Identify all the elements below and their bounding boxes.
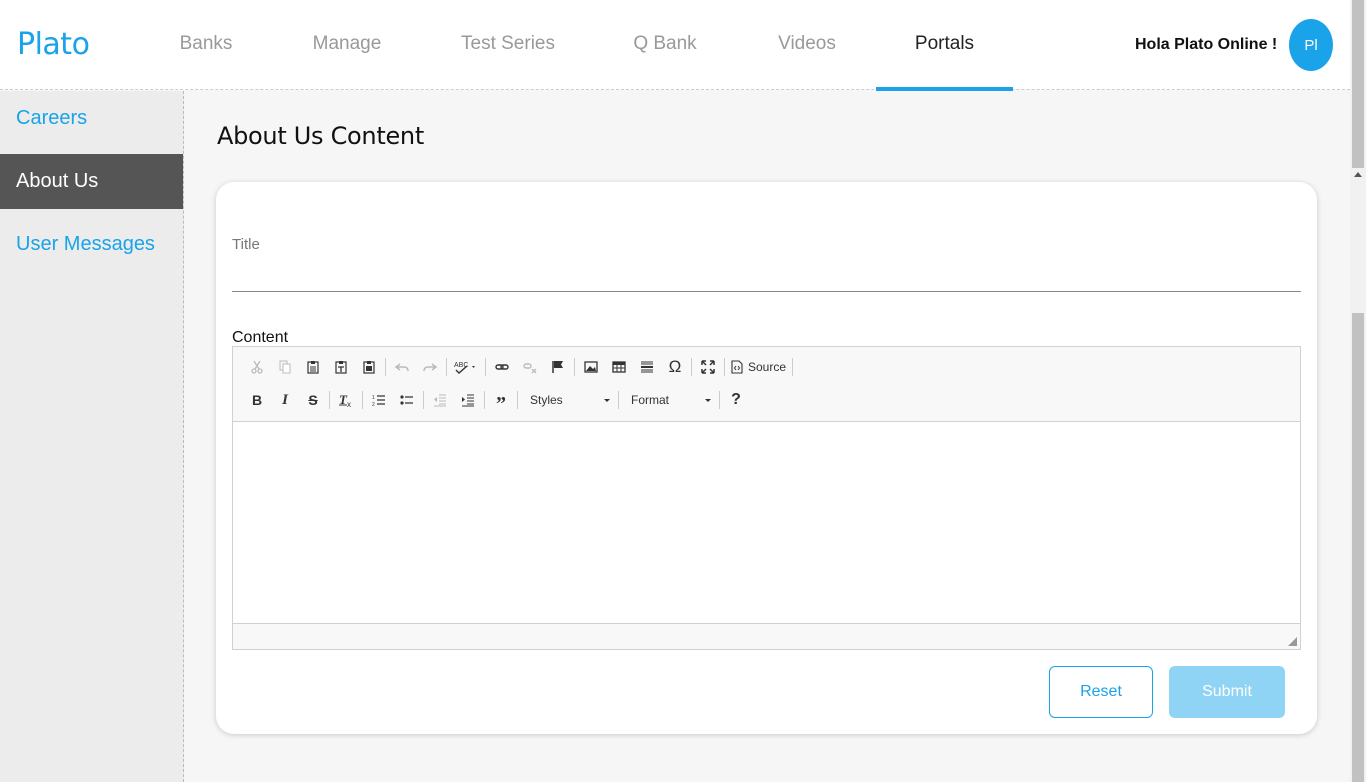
scrollbar-thumb[interactable] <box>1352 313 1364 782</box>
tab-test-series[interactable]: Test Series <box>455 0 561 90</box>
top-header: Plato Banks Manage Test Series Q Bank Vi… <box>0 0 1350 91</box>
unlink-icon[interactable] <box>516 354 544 380</box>
toolbar-separator <box>329 391 330 409</box>
paste-icon[interactable] <box>299 354 327 380</box>
strikethrough-icon[interactable]: S <box>299 387 327 413</box>
blockquote-icon[interactable]: ” <box>487 387 515 415</box>
reset-button[interactable]: Reset <box>1049 666 1153 718</box>
table-icon[interactable] <box>605 354 633 380</box>
bulleted-list-icon[interactable] <box>393 387 421 413</box>
toolbar-separator <box>385 358 386 376</box>
toolbar-separator <box>618 391 619 409</box>
styles-dropdown-label: Styles <box>530 393 563 407</box>
tab-portals[interactable]: Portals <box>876 0 1013 91</box>
title-field-label: Title <box>232 236 260 253</box>
tab-banks[interactable]: Banks <box>172 0 240 90</box>
svg-text:1: 1 <box>372 395 375 401</box>
svg-text:x: x <box>347 400 351 407</box>
image-icon[interactable] <box>577 354 605 380</box>
anchor-flag-icon[interactable] <box>544 354 572 380</box>
special-character-icon[interactable]: Ω <box>661 354 689 380</box>
toolbar-separator <box>574 358 575 376</box>
content-form-card: Title Content ABC Ω Source B I S T x 1 2… <box>216 182 1317 734</box>
bold-icon[interactable]: B <box>243 387 271 413</box>
svg-text:ABC: ABC <box>454 362 468 369</box>
spellcheck-icon[interactable]: ABC <box>449 354 483 380</box>
decrease-indent-icon[interactable] <box>426 387 454 413</box>
increase-indent-icon[interactable] <box>454 387 482 413</box>
format-dropdown-label: Format <box>631 393 670 407</box>
editor-toolbar: ABC Ω Source B I S T x 1 2 ” Styles Form… <box>233 347 1300 422</box>
undo-icon[interactable] <box>388 354 416 380</box>
page-title: About Us Content <box>217 122 424 150</box>
user-greeting: Hola Plato Online ! <box>1135 36 1278 53</box>
title-input[interactable] <box>232 258 1301 292</box>
toolbar-separator <box>485 358 486 376</box>
scrollbar-track-upper <box>1352 0 1364 168</box>
styles-dropdown[interactable]: Styles <box>520 388 616 412</box>
source-icon <box>731 360 743 374</box>
toolbar-row-2: B I S Tx 12 ” Styles Format ? <box>243 386 750 415</box>
toolbar-separator <box>484 391 485 409</box>
toolbar-separator <box>691 358 692 376</box>
toolbar-separator <box>724 358 725 376</box>
scroll-up-arrow-icon[interactable] <box>1354 172 1362 177</box>
sidebar-item-user-messages[interactable]: User Messages <box>0 217 183 272</box>
remove-format-icon[interactable]: Tx <box>332 387 360 413</box>
svg-text:2: 2 <box>372 402 375 407</box>
cut-icon[interactable] <box>243 354 271 380</box>
help-icon[interactable]: ? <box>722 387 750 413</box>
chevron-down-icon <box>705 398 711 402</box>
content-field-label: Content <box>232 329 289 346</box>
format-dropdown[interactable]: Format <box>621 388 717 412</box>
paste-text-icon[interactable] <box>327 354 355 380</box>
numbered-list-icon[interactable]: 12 <box>365 387 393 413</box>
sidebar: Careers About Us User Messages <box>0 91 184 782</box>
toolbar-separator <box>792 358 794 376</box>
toolbar-separator <box>423 391 424 409</box>
chevron-down-icon <box>604 398 610 402</box>
page-scrollbar[interactable] <box>1350 0 1366 782</box>
toolbar-separator <box>446 358 447 376</box>
app-logo[interactable]: Plato <box>17 27 90 62</box>
source-button[interactable]: Source <box>727 354 790 380</box>
toolbar-separator <box>362 391 363 409</box>
rich-text-editor: ABC Ω Source B I S T x 1 2 ” Styles Form… <box>232 346 1301 650</box>
redo-icon[interactable] <box>416 354 444 380</box>
source-button-label: Source <box>748 360 787 374</box>
submit-button[interactable]: Submit <box>1169 666 1285 718</box>
horizontal-line-icon[interactable] <box>633 354 661 380</box>
toolbar-separator <box>719 391 720 409</box>
link-icon[interactable] <box>488 354 516 380</box>
toolbar-separator <box>517 391 518 409</box>
editor-content-area[interactable] <box>233 422 1300 623</box>
tab-videos[interactable]: Videos <box>770 0 844 90</box>
tab-q-bank[interactable]: Q Bank <box>624 0 706 90</box>
toolbar-row-1: ABC Ω Source <box>243 353 795 381</box>
sidebar-item-about-us[interactable]: About Us <box>0 154 183 209</box>
italic-icon[interactable]: I <box>271 387 299 413</box>
copy-icon[interactable] <box>271 354 299 380</box>
paste-word-icon[interactable] <box>355 354 383 380</box>
resize-grip-icon[interactable] <box>1288 637 1297 646</box>
avatar[interactable]: Pl <box>1289 19 1333 71</box>
editor-status-bar <box>233 623 1300 649</box>
maximize-icon[interactable] <box>694 354 722 380</box>
tab-manage[interactable]: Manage <box>302 0 392 90</box>
sidebar-item-careers[interactable]: Careers <box>0 91 183 146</box>
